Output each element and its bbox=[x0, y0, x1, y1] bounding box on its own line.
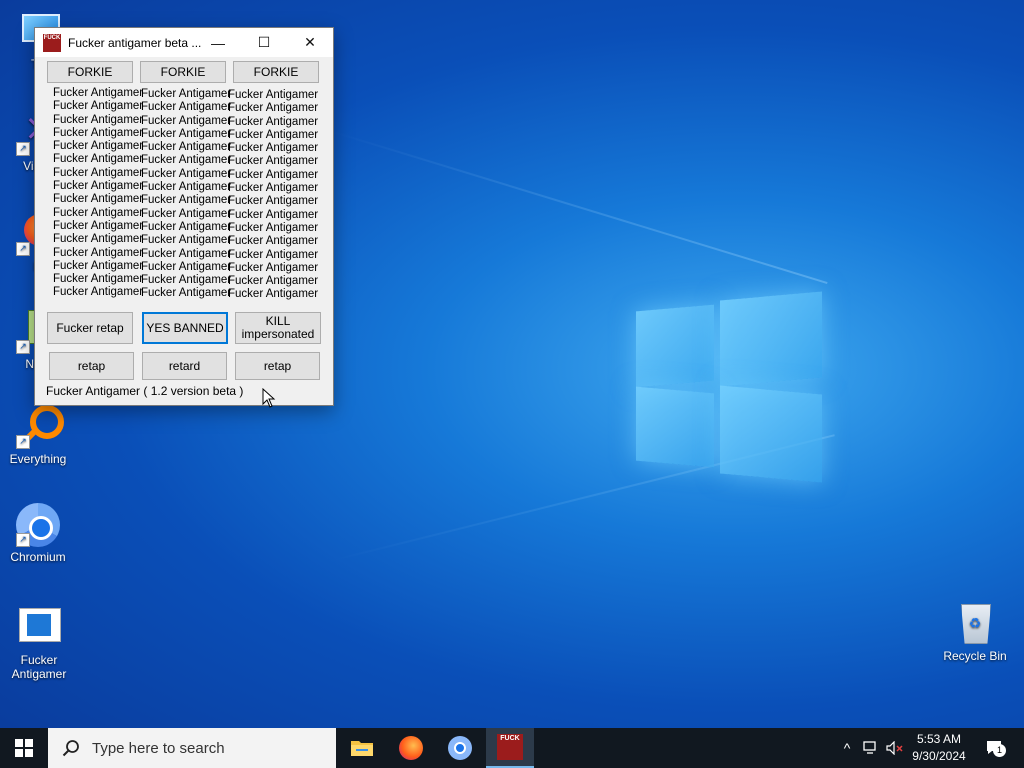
forkie-button-1[interactable]: FORKIE bbox=[47, 61, 133, 83]
taskbar: Type here to search FUCK ^ 5:53 AM 9/30/… bbox=[0, 728, 1024, 768]
fucker-retap-button[interactable]: Fucker retap bbox=[47, 312, 133, 344]
status-label: Fucker Antigamer ( 1.2 version beta ) bbox=[46, 384, 244, 398]
network-button[interactable] bbox=[860, 728, 882, 768]
app-window: FUCK Fucker antigamer beta ... — ☐ ✕ FOR… bbox=[34, 27, 334, 406]
chromium-icon: ↗ bbox=[16, 503, 60, 547]
desktop-icon-chromium[interactable]: ↗ Chromium bbox=[0, 503, 76, 564]
title-bar[interactable]: FUCK Fucker antigamer beta ... — ☐ ✕ bbox=[35, 28, 333, 57]
mouse-cursor-icon bbox=[262, 388, 276, 408]
shortcut-arrow-icon: ↗ bbox=[16, 340, 30, 354]
taskbar-file-explorer[interactable] bbox=[338, 728, 386, 768]
kill-impersonated-button[interactable]: KILL impersonated bbox=[235, 312, 321, 344]
search-icon bbox=[62, 740, 79, 757]
yes-banned-button[interactable]: YES BANNED bbox=[142, 312, 228, 344]
forkie-button-2[interactable]: FORKIE bbox=[140, 61, 226, 83]
chevron-up-icon: ^ bbox=[843, 740, 851, 756]
desktop-icon-fucker-antigamer[interactable]: Fucker Antigamer bbox=[0, 606, 78, 681]
app-icon: FUCK bbox=[497, 734, 523, 760]
start-button[interactable] bbox=[0, 728, 48, 768]
minimize-button[interactable]: — bbox=[195, 28, 241, 57]
show-hidden-icons-button[interactable]: ^ bbox=[838, 728, 856, 768]
windows-logo-wallpaper bbox=[636, 290, 822, 483]
text-column-2: Fucker Antigamer Fucker Antigamer Fucker… bbox=[141, 88, 232, 300]
taskbar-clock[interactable]: 5:53 AM 9/30/2024 bbox=[900, 731, 978, 765]
app-icon: FUCK bbox=[43, 33, 61, 52]
light-ray bbox=[329, 130, 828, 284]
desktop-icon-everything[interactable]: ↗ Everything bbox=[0, 405, 76, 466]
close-button[interactable]: ✕ bbox=[287, 28, 333, 57]
shortcut-arrow-icon: ↗ bbox=[16, 142, 30, 156]
chromium-icon bbox=[448, 736, 472, 760]
taskbar-chromium[interactable] bbox=[436, 728, 484, 768]
shortcut-arrow-icon: ↗ bbox=[16, 435, 30, 449]
application-window-icon bbox=[17, 606, 61, 650]
retap-button-1[interactable]: retap bbox=[49, 352, 134, 380]
recycle-bin-icon: ♻ bbox=[953, 602, 997, 646]
firefox-icon bbox=[399, 736, 423, 760]
taskbar-search-box[interactable]: Type here to search bbox=[48, 728, 336, 768]
everything-search-icon: ↗ bbox=[16, 405, 64, 449]
forkie-button-3[interactable]: FORKIE bbox=[233, 61, 319, 83]
folder-icon bbox=[351, 741, 373, 756]
shortcut-arrow-icon: ↗ bbox=[16, 242, 30, 256]
clock-date: 9/30/2024 bbox=[912, 749, 966, 763]
search-placeholder: Type here to search bbox=[92, 739, 225, 757]
notification-count-badge: 1 bbox=[993, 744, 1006, 757]
retap-button-2[interactable]: retap bbox=[235, 352, 320, 380]
shortcut-arrow-icon: ↗ bbox=[16, 533, 30, 547]
retard-button[interactable]: retard bbox=[142, 352, 227, 380]
windows-start-icon bbox=[15, 739, 33, 757]
text-column-1: Fucker Antigamer Fucker Antigamer Fucker… bbox=[53, 87, 144, 299]
window-title: Fucker antigamer beta ... bbox=[68, 35, 202, 50]
action-center-button[interactable]: 1 bbox=[980, 728, 1010, 768]
clock-time: 5:53 AM bbox=[916, 732, 962, 746]
maximize-button[interactable]: ☐ bbox=[241, 28, 287, 57]
desktop-icon-recycle-bin[interactable]: ♻ Recycle Bin bbox=[937, 602, 1013, 663]
taskbar-fucker-antigamer[interactable]: FUCK bbox=[486, 728, 534, 768]
network-icon bbox=[863, 741, 876, 754]
text-column-3: Fucker Antigamer Fucker Antigamer Fucker… bbox=[228, 89, 319, 301]
taskbar-firefox[interactable] bbox=[387, 728, 435, 768]
